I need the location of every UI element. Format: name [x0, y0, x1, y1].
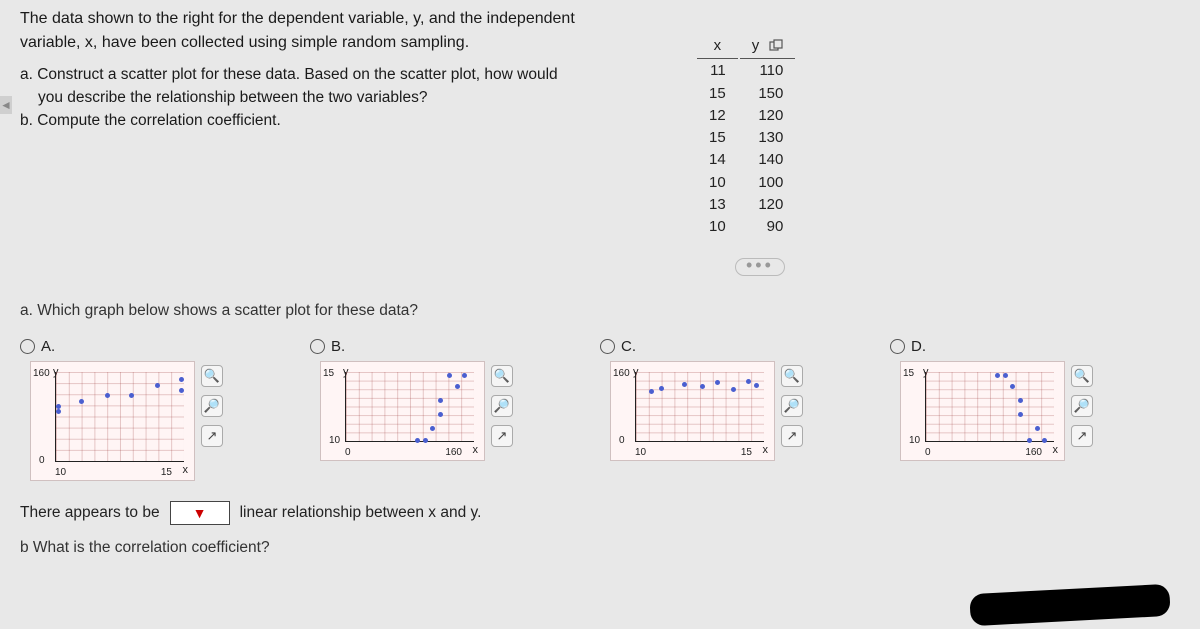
table-row: 1090: [697, 217, 795, 237]
table-row: 12120: [697, 106, 795, 126]
intro-line2: variable, x, have been collected using s…: [20, 32, 580, 54]
plot-C: y x 160 0 10 15: [610, 361, 775, 461]
zoom-in-icon[interactable]: 🔍: [781, 365, 803, 387]
table-row: 14140: [697, 150, 795, 170]
prev-nav-icon[interactable]: ◄: [0, 96, 12, 114]
option-C: C. y x 160 0 10 15: [600, 338, 890, 481]
zoom-in-icon[interactable]: 🔍: [1071, 365, 1093, 387]
plot-D: y x 15 10 0 160: [900, 361, 1065, 461]
option-A-label: A.: [41, 338, 55, 355]
zoom-out-icon[interactable]: 🔎: [491, 395, 513, 417]
popout-icon[interactable]: ↗: [491, 425, 513, 447]
popout-icon[interactable]: ↗: [201, 425, 223, 447]
data-table: x y 11110 15150 12120 15130 14140 10100 …: [695, 34, 797, 239]
zoom-in-icon[interactable]: 🔍: [201, 365, 223, 387]
radio-C[interactable]: [600, 339, 615, 354]
part-a-question: a. Which graph below shows a scatter plo…: [20, 302, 1190, 320]
option-B: B. y x 15 10 0 160: [310, 338, 600, 481]
option-D-label: D.: [911, 338, 926, 355]
plot-B: y x 15 10 0 160: [320, 361, 485, 461]
fill-post: linear relationship between x and y.: [240, 504, 482, 522]
col-x-header: x: [697, 36, 738, 59]
zoom-out-icon[interactable]: 🔎: [781, 395, 803, 417]
plot-A: y x 160 0 10 15: [30, 361, 195, 481]
part-b-cutoff: b What is the correlation coefficient?: [20, 539, 1190, 557]
table-row: 11110: [697, 61, 795, 81]
table-row: 10100: [697, 173, 795, 193]
popout-icon[interactable]: [769, 39, 783, 53]
zoom-out-icon[interactable]: 🔎: [1071, 395, 1093, 417]
intro-line1: The data shown to the right for the depe…: [20, 8, 580, 30]
col-y-header: y: [740, 36, 796, 59]
task-a-line2: you describe the relationship between th…: [20, 88, 580, 109]
task-b: b. Compute the correlation coefficient.: [20, 111, 580, 132]
radio-D[interactable]: [890, 339, 905, 354]
fill-in-row: There appears to be ▼ linear relationshi…: [20, 501, 1190, 525]
task-a-line1: a. Construct a scatter plot for these da…: [20, 65, 580, 86]
radio-A[interactable]: [20, 339, 35, 354]
relationship-select[interactable]: ▼: [170, 501, 230, 525]
table-row: 15130: [697, 128, 795, 148]
option-C-label: C.: [621, 338, 636, 355]
options-row: A. y x 160 0 10 15: [20, 338, 1190, 481]
caret-down-icon: ▼: [193, 505, 207, 521]
option-D: D. y x 15 10 0 160: [890, 338, 1180, 481]
table-row: 13120: [697, 195, 795, 215]
fill-pre: There appears to be: [20, 504, 160, 522]
redacted-overlay: [969, 584, 1170, 626]
ellipsis-button[interactable]: •••: [735, 258, 785, 276]
option-A: A. y x 160 0 10 15: [20, 338, 310, 481]
zoom-in-icon[interactable]: 🔍: [491, 365, 513, 387]
table-row: 15150: [697, 84, 795, 104]
zoom-out-icon[interactable]: 🔎: [201, 395, 223, 417]
popout-icon[interactable]: ↗: [1071, 425, 1093, 447]
popout-icon[interactable]: ↗: [781, 425, 803, 447]
problem-statement: The data shown to the right for the depe…: [20, 8, 580, 132]
option-B-label: B.: [331, 338, 345, 355]
radio-B[interactable]: [310, 339, 325, 354]
